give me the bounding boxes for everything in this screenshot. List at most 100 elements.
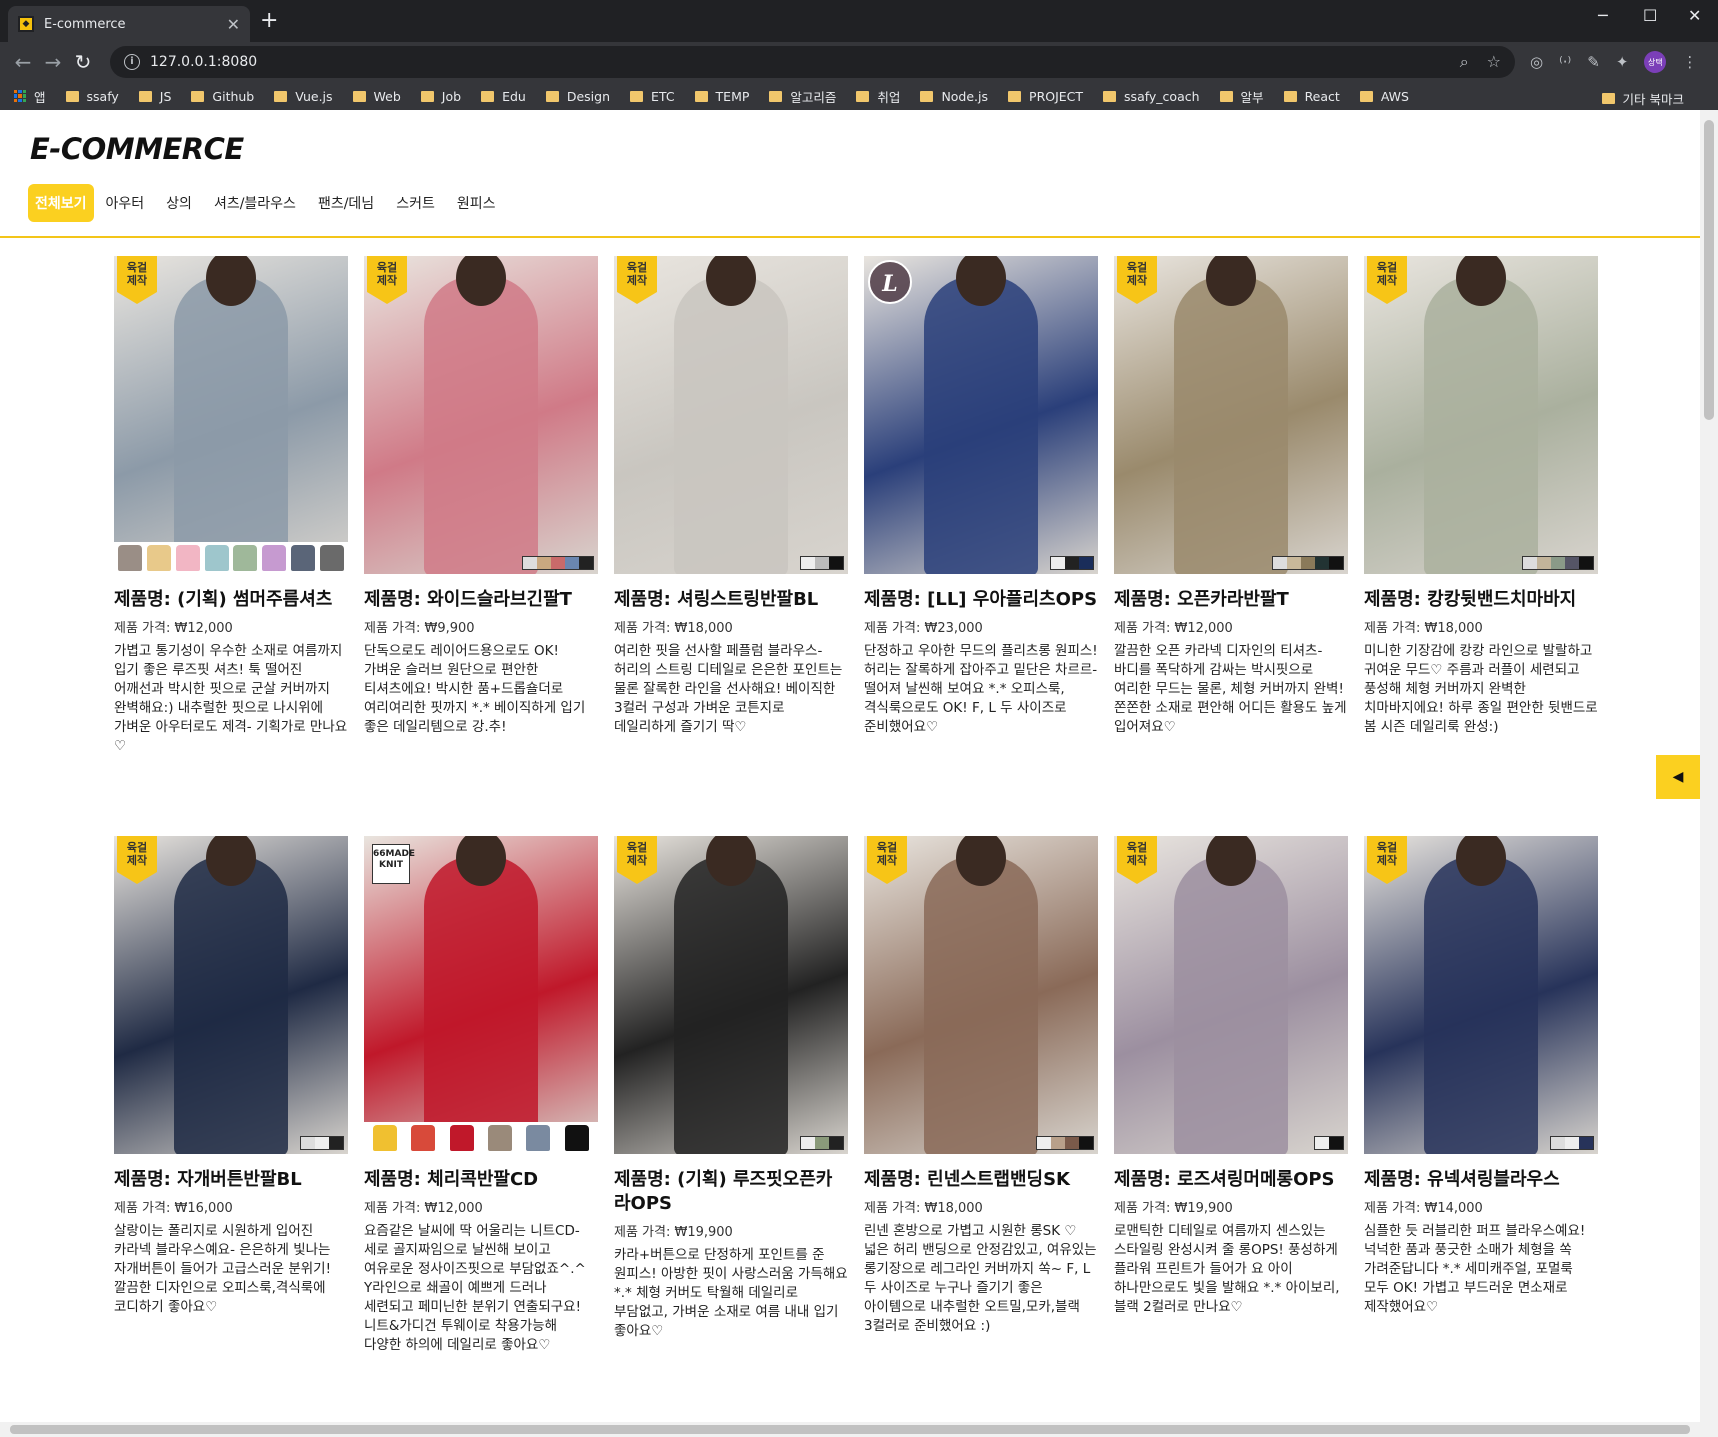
bookmark-folder[interactable]: Design — [545, 89, 610, 104]
product-image[interactable]: 육걸 제작 — [1114, 836, 1348, 1154]
product-image[interactable]: 육걸 제작 — [614, 836, 848, 1154]
color-option — [488, 1125, 513, 1151]
model-figure — [424, 276, 538, 574]
product-card[interactable]: 육걸 제작 제품명: 캉캉뒷밴드치마바지 제품 가격: ₩18,000 미니한 기장감… — [1364, 256, 1598, 737]
product-title[interactable]: 제품명: (기획) 썸머주름셔츠 — [114, 588, 348, 612]
minimize-icon[interactable]: ─ — [1598, 6, 1608, 25]
product-title[interactable]: 제품명: [LL] 우아플리츠OPS — [864, 588, 1098, 612]
product-title[interactable]: 제품명: 캉캉뒷밴드치마바지 — [1364, 588, 1598, 612]
bookmark-folder[interactable]: React — [1283, 89, 1340, 104]
window-close-icon[interactable]: ✕ — [1688, 6, 1701, 25]
product-title[interactable]: 제품명: 체리콕반팔CD — [364, 1168, 598, 1192]
extension-target-icon[interactable]: ◎ — [1530, 53, 1543, 71]
product-title[interactable]: 제품명: 린넨스트랩밴딩SK — [864, 1168, 1098, 1192]
folder-icon — [1359, 90, 1373, 102]
bookmark-folder[interactable]: ssafy_coach — [1103, 89, 1200, 104]
category-tab-shirts[interactable]: 셔츠/블라우스 — [204, 185, 306, 221]
color-swatches — [1550, 1136, 1594, 1150]
product-title[interactable]: 제품명: 유넥셔링블라우스 — [1364, 1168, 1598, 1192]
color-swatch — [523, 557, 537, 569]
site-logo[interactable]: E-COMMERCE — [30, 132, 244, 166]
bookmark-folder[interactable]: Node.js — [920, 89, 988, 104]
product-card[interactable]: 육걸 제작 제품명: (기획) 썸머주름셔츠 제품 가격: ₩12,000 가볍고 통… — [114, 256, 348, 756]
product-card[interactable]: 육걸 제작 제품명: 유넥셔링블라우스 제품 가격: ₩14,000 심플한 듯 러블… — [1364, 836, 1598, 1317]
bookmark-apps[interactable]: 앱 — [14, 87, 46, 106]
product-title[interactable]: 제품명: 셔링스트링반팔BL — [614, 588, 848, 612]
bookmark-folder[interactable]: 알부 — [1219, 87, 1264, 106]
back-icon[interactable]: ← — [8, 50, 38, 74]
product-image[interactable]: 육걸 제작 — [114, 836, 348, 1154]
product-card[interactable]: 육걸 제작 제품명: 와이드슬라브긴팔T 제품 가격: ₩9,900 단독으로도 레이… — [364, 256, 598, 737]
reload-icon[interactable]: ↻ — [68, 50, 98, 74]
site-info-icon[interactable]: i — [124, 54, 140, 70]
bookmark-folder[interactable]: Vue.js — [274, 89, 333, 104]
browser-menu-icon[interactable]: ⋮ — [1682, 53, 1697, 71]
forward-icon[interactable]: → — [38, 50, 68, 74]
category-tab-top[interactable]: 상의 — [156, 185, 202, 221]
product-image[interactable]: L — [864, 256, 1098, 574]
maximize-icon[interactable]: ☐ — [1643, 6, 1657, 25]
category-tab-skirt[interactable]: 스커트 — [386, 185, 445, 221]
bookmark-folder[interactable]: Edu — [481, 89, 526, 104]
product-title[interactable]: 제품명: (기획) 루즈핏오픈카라OPS — [614, 1168, 848, 1216]
product-title[interactable]: 제품명: 오픈카라반팔T — [1114, 588, 1348, 612]
bookmark-folder[interactable]: ETC — [630, 89, 675, 104]
product-image[interactable]: 육걸 제작 — [364, 256, 598, 574]
product-image[interactable]: 육걸 제작 — [114, 256, 348, 574]
bookmark-folder[interactable]: 알고리즘 — [769, 87, 836, 106]
bookmark-folder[interactable]: Web — [352, 89, 401, 104]
category-tab-outer[interactable]: 아우터 — [96, 185, 155, 221]
folder-icon — [1008, 90, 1022, 102]
extensions-puzzle-icon[interactable]: ✦ — [1616, 53, 1629, 71]
bookmark-folder[interactable]: ssafy — [65, 89, 119, 104]
zoom-icon[interactable]: ⌕ — [1460, 52, 1469, 72]
product-card[interactable]: 육걸 제작 제품명: 오픈카라반팔T 제품 가격: ₩12,000 깔끔한 오픈 카라… — [1114, 256, 1348, 737]
bookmark-star-icon[interactable]: ☆ — [1487, 52, 1501, 72]
product-card[interactable]: 육걸 제작 제품명: 셔링스트링반팔BL 제품 가격: ₩18,000 여리한 핏을 … — [614, 256, 848, 737]
product-image[interactable]: 육걸 제작 — [864, 836, 1098, 1154]
product-card[interactable]: 육걸 제작 제품명: 로즈셔링머메롱OPS 제품 가격: ₩19,900 로맨틱한 디… — [1114, 836, 1348, 1317]
product-image[interactable]: 육걸 제작 — [1114, 256, 1348, 574]
product-card[interactable]: 육걸 제작 제품명: 린넨스트랩밴딩SK 제품 가격: ₩18,000 린넨 혼방으로… — [864, 836, 1098, 1336]
new-tab-icon[interactable]: + — [260, 10, 278, 32]
tab-close-icon[interactable]: ✕ — [227, 15, 240, 34]
category-tab-all[interactable]: 전체보기 — [28, 184, 94, 222]
bookmark-folder[interactable]: Github — [191, 89, 254, 104]
product-image[interactable]: 육걸 제작 — [614, 256, 848, 574]
bookmark-folder[interactable]: 취업 — [856, 87, 900, 106]
vertical-scrollbar[interactable] — [1700, 110, 1718, 1437]
product-card[interactable]: L 제품명: [LL] 우아플리츠OPS 제품 가격: ₩23,000 단정하고 우아… — [864, 256, 1098, 737]
category-tab-pants[interactable]: 팬츠/데님 — [308, 185, 384, 221]
color-swatch — [537, 557, 551, 569]
scrollbar-thumb[interactable] — [1704, 120, 1714, 420]
bookmark-folder[interactable]: TEMP — [694, 89, 749, 104]
product-card[interactable]: 육걸 제작 제품명: 자개버튼반팔BL 제품 가격: ₩16,000 살랑이는 폴리지… — [114, 836, 348, 1317]
extension-wave-icon[interactable]: ⁽·⁾ — [1559, 53, 1571, 71]
bookmark-folder[interactable]: Job — [420, 89, 461, 104]
hscrollbar-thumb[interactable] — [10, 1425, 1690, 1434]
product-card[interactable]: 육걸 제작 제품명: (기획) 루즈핏오픈카라OPS 제품 가격: ₩19,900 카… — [614, 836, 848, 1341]
color-swatch — [815, 557, 829, 569]
bookmark-folder[interactable]: JS — [138, 89, 171, 104]
product-image[interactable]: 육걸 제작 — [1364, 256, 1598, 574]
side-toggle-button[interactable]: ◀ — [1656, 755, 1700, 799]
horizontal-scrollbar[interactable] — [0, 1422, 1700, 1437]
product-title[interactable]: 제품명: 와이드슬라브긴팔T — [364, 588, 598, 612]
product-image[interactable]: 66MADE KNIT — [364, 836, 598, 1154]
product-image[interactable]: 육걸 제작 — [1364, 836, 1598, 1154]
bookmark-folder[interactable]: PROJECT — [1008, 89, 1083, 104]
browser-tab[interactable]: ◆ E-commerce ✕ — [8, 6, 250, 42]
bookmark-folder[interactable]: AWS — [1359, 89, 1409, 104]
address-bar[interactable]: i 127.0.0.1:8080 ⌕ ☆ — [110, 46, 1515, 78]
other-bookmarks[interactable]: 기타 북마크 — [1601, 89, 1684, 108]
address-url[interactable]: 127.0.0.1:8080 — [150, 54, 257, 70]
model-figure — [674, 856, 788, 1154]
product-title[interactable]: 제품명: 자개버튼반팔BL — [114, 1168, 348, 1192]
category-tab-dress[interactable]: 원피스 — [447, 185, 506, 221]
product-card[interactable]: 66MADE KNIT 제품명: 체리콕반팔CD 제품 가격: ₩12,000 요즘같… — [364, 836, 598, 1355]
product-title[interactable]: 제품명: 로즈셔링머메롱OPS — [1114, 1168, 1348, 1192]
extension-pen-icon[interactable]: ✎ — [1587, 53, 1600, 71]
handmade-badge: 육걸 제작 — [367, 256, 407, 304]
profile-avatar[interactable]: 상택 — [1644, 51, 1667, 73]
folder-icon — [65, 90, 79, 102]
